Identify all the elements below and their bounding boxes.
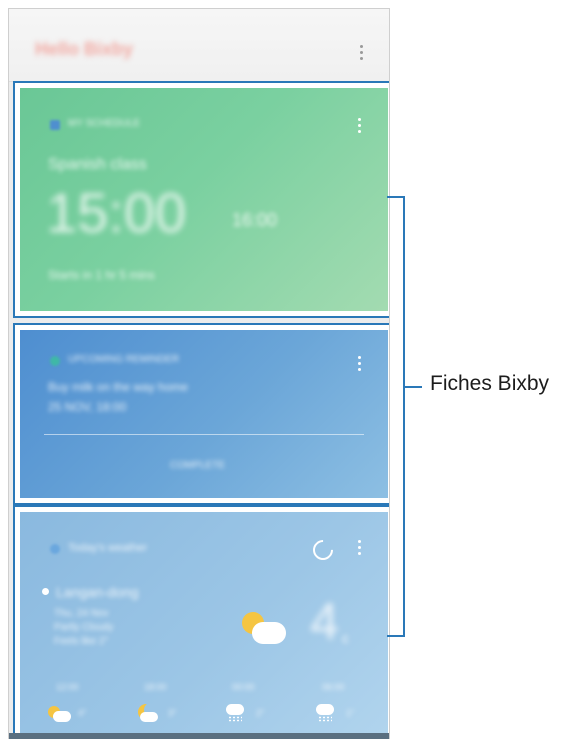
location-icon	[42, 588, 49, 595]
bixby-card-reminder[interactable]: UPCOMING REMINDER Buy milk on the way ho…	[13, 323, 389, 505]
forecast-time: 18:00	[144, 682, 167, 692]
forecast-time: 06:00	[322, 682, 345, 692]
event-footer: Starts in 1 hr 5 mins	[48, 268, 155, 282]
event-end-time: 16:00	[232, 210, 278, 230]
forecast-temp: 1°	[346, 708, 355, 718]
annotation-bracket-bottom	[387, 635, 405, 637]
calendar-icon	[50, 120, 60, 130]
card-options-icon[interactable]	[358, 540, 361, 555]
event-time: 15:00	[46, 181, 187, 244]
app-header: Hello Bixby	[9, 9, 389, 82]
card-header-text: UPCOMING REMINDER	[68, 354, 180, 365]
weather-detail: Thu, 24 Nov	[54, 608, 109, 619]
temperature-unit: c	[342, 630, 349, 646]
weather-detail: Feels like 2°	[54, 636, 109, 647]
reminder-datetime: 25 NOV, 18:00	[48, 400, 127, 414]
app-title: Hello Bixby	[35, 39, 134, 59]
card-header-text: MY SCHEDULE	[68, 118, 141, 129]
annotation-bracket	[403, 196, 405, 637]
bixby-card-schedule[interactable]: MY SCHEDULE Spanish class 15:00 16:00 St…	[13, 81, 389, 318]
bell-icon	[50, 356, 60, 366]
card-header-text: Today's weather	[68, 542, 148, 554]
forecast-time: 00:00	[232, 682, 255, 692]
card-options-icon[interactable]	[358, 356, 361, 371]
card-divider	[44, 434, 364, 435]
weather-location: Langan-dong	[56, 584, 139, 600]
phone-screen: Hello Bixby MY SCHEDULE Spanish class 15…	[8, 8, 390, 739]
more-options-icon[interactable]	[360, 45, 363, 60]
forecast-time: 12:00	[56, 682, 79, 692]
reminder-text: Buy milk on the way home	[48, 380, 189, 394]
annotation-label: Fiches Bixby	[430, 372, 550, 395]
event-title: Spanish class	[48, 156, 147, 173]
card-options-icon[interactable]	[358, 118, 361, 133]
weather-detail: Partly Cloudy	[54, 622, 114, 633]
bixby-card-weather[interactable]: Today's weather Langan-dong Thu, 24 Nov …	[13, 505, 389, 739]
forecast-temp: 3°	[168, 708, 177, 718]
current-temperature: 4	[310, 593, 339, 651]
forecast-temp: 2°	[256, 708, 265, 718]
forecast-temp: 4°	[78, 708, 87, 718]
annotation-leader-line	[404, 386, 422, 388]
complete-button[interactable]: COMPLETE	[170, 460, 225, 471]
bottom-bar	[9, 733, 389, 739]
weather-icon	[50, 544, 60, 554]
